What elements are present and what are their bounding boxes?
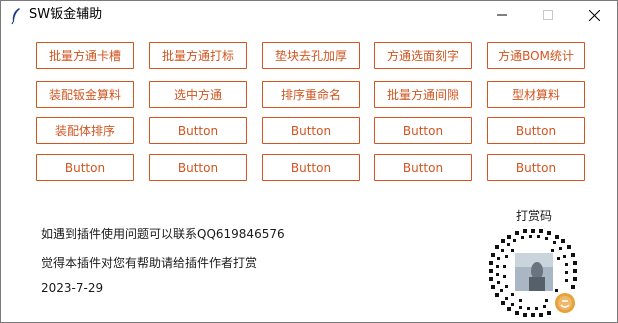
donation-qr-code [487,227,579,319]
maximize-button[interactable] [525,1,571,29]
app-window: SW钣金辅助 批量方通卡槽 批量方通打标 垫块去孔加厚 方通选面刻字 方通BOM… [0,0,618,323]
generic-button[interactable]: Button [149,154,247,181]
generic-button[interactable]: Button [487,117,585,144]
assembly-sort-button[interactable]: 装配体排序 [36,117,134,144]
batch-tube-slot-button[interactable]: 批量方通卡槽 [36,42,134,69]
profile-calc-button[interactable]: 型材算料 [487,81,585,108]
generic-button[interactable]: Button [149,117,247,144]
maximize-icon [543,10,553,20]
generic-button[interactable]: Button [374,154,472,181]
release-date-text: 2023-7-29 [41,281,104,295]
feather-icon [11,8,20,25]
contact-text: 如遇到插件使用问题可以联系QQ619846576 [41,227,285,241]
donate-tip-text: 觉得本插件对您有帮助请给插件作者打赏 [41,256,258,270]
minimize-button[interactable] [479,1,525,29]
minimize-icon [497,14,507,16]
pad-remove-hole-thicken-button[interactable]: 垫块去孔加厚 [262,42,360,69]
generic-button[interactable]: Button [262,154,360,181]
close-button[interactable] [571,1,617,29]
sort-rename-button[interactable]: 排序重命名 [262,81,360,108]
tube-bom-stat-button[interactable]: 方通BOM统计 [487,42,585,69]
batch-tube-mark-button[interactable]: 批量方通打标 [149,42,247,69]
close-icon [588,9,600,21]
qr-label: 打赏码 [516,209,553,223]
select-tube-button[interactable]: 选中方通 [149,81,247,108]
generic-button[interactable]: Button [487,154,585,181]
generic-button[interactable]: Button [262,117,360,144]
generic-button[interactable]: Button [374,117,472,144]
batch-tube-gap-button[interactable]: 批量方通间隙 [374,81,472,108]
window-title: SW钣金辅助 [29,7,103,22]
assembly-sheetmetal-calc-button[interactable]: 装配钣金算料 [36,81,134,108]
tube-face-engrave-button[interactable]: 方通选面刻字 [374,42,472,69]
generic-button[interactable]: Button [36,154,134,181]
title-bar[interactable]: SW钣金辅助 [1,1,617,31]
